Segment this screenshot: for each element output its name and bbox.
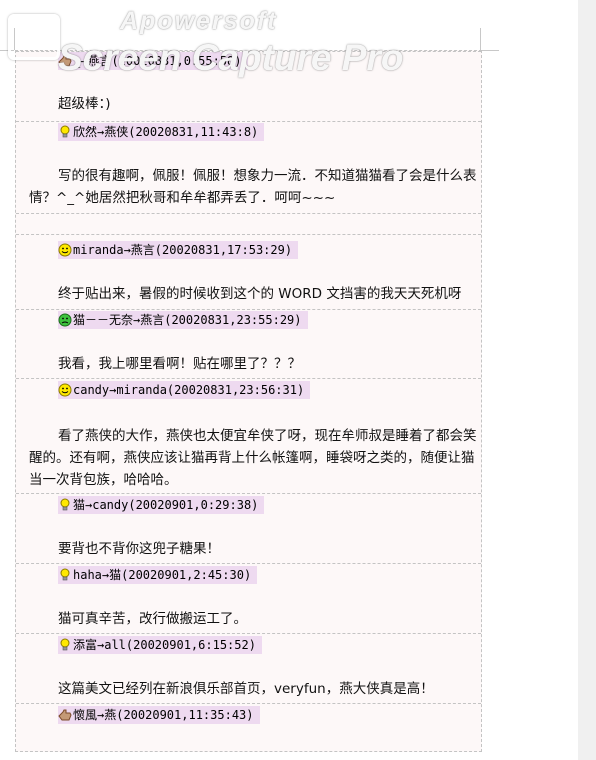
watermark-logo-icon xyxy=(8,14,60,60)
comment-body: 猫可真辛苦，改行做搬运工了。 xyxy=(58,611,247,627)
watermark-brand: Apowersoft xyxy=(120,7,278,35)
lightbulb-icon xyxy=(58,498,72,512)
comment-header: _→燕言(20020831,0:55:58) xyxy=(58,52,248,70)
entry-separator xyxy=(16,703,481,704)
entry-separator xyxy=(16,493,481,494)
comment-header: 猫→candy(20020901,0:29:38) xyxy=(58,496,265,514)
entry-separator xyxy=(16,563,481,564)
crop-mark xyxy=(480,28,481,50)
comment-header: 欣然→燕侠(20020831,11:43:8) xyxy=(58,123,265,141)
entry-separator xyxy=(16,213,481,214)
comment-header: haha→猫(20020901,2:45:30) xyxy=(58,566,258,584)
entry-separator xyxy=(16,121,481,122)
entry-separator xyxy=(16,633,481,634)
green-face-icon xyxy=(58,313,72,327)
crop-mark xyxy=(481,50,499,51)
comment-header: candy→miranda(20020831,23:56:31) xyxy=(58,381,311,399)
comment-body: 我看，我上哪里看啊！贴在哪里了？？？ xyxy=(58,356,301,372)
comment-body: 这篇美文已经列在新浪俱乐部首页，veryfun，燕大侠真是高！ xyxy=(58,681,434,697)
lightbulb-icon xyxy=(58,568,72,582)
comment-header: miranda→燕言(20020831,17:53:29) xyxy=(58,241,299,259)
thumbs-hand-icon xyxy=(58,708,72,722)
smiley-icon xyxy=(58,243,72,257)
lightbulb-icon xyxy=(58,638,72,652)
lightbulb-icon xyxy=(58,125,72,139)
entry-separator xyxy=(16,378,481,379)
comment-body: 看了燕侠的大作，燕侠也太便宜牟侠了呀，现在牟师叔是睡着了都会笑醒的。还有啊，燕侠… xyxy=(29,428,477,488)
entry-separator xyxy=(16,234,481,235)
comment-body: 写的很有趣啊，佩服！佩服！想象力一流．不知道猫猫看了会是什么表情？^_^她居然把… xyxy=(29,168,477,206)
page-scroll-track[interactable] xyxy=(578,0,596,760)
comment-header: 懷風→燕(20020901,11:35:43) xyxy=(58,706,260,724)
comment-body: 要背也不背你这兜子糖果！ xyxy=(58,541,220,557)
comment-header: 猫－－无奈→燕言(20020831,23:55:29) xyxy=(58,311,308,329)
document-page: _→燕言(20020831,0:55:58) 超级棒：) 欣然→燕侠(20020… xyxy=(15,50,482,752)
entry-separator xyxy=(16,309,481,310)
smiley-icon xyxy=(58,383,72,397)
thumbs-hand-icon xyxy=(58,54,72,68)
comment-body: 超级棒：) xyxy=(58,96,111,112)
comment-body: 终于贴出来，暑假的时候收到这个的 WORD 文挡害的我天天死机呀 xyxy=(58,286,462,302)
comment-header: 添富→all(20020901,6:15:52) xyxy=(58,636,262,654)
